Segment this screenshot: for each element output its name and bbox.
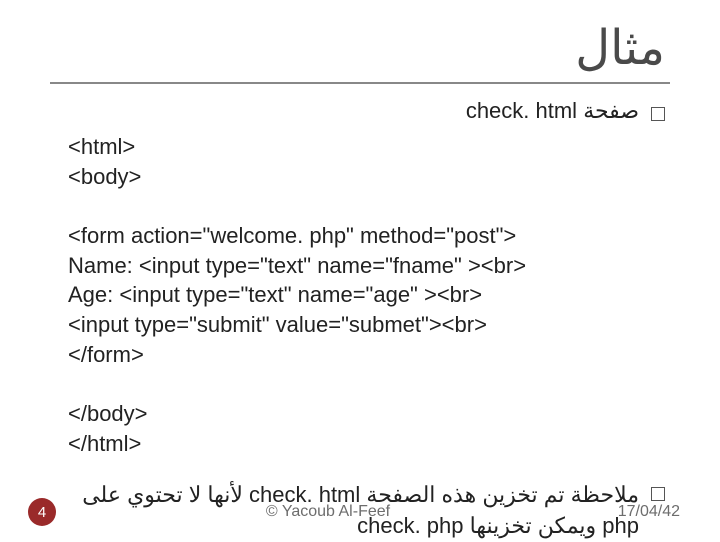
code-block: <html> <body> <form action="welcome. php… bbox=[40, 132, 680, 459]
title-divider bbox=[50, 82, 670, 84]
slide-title: مثال bbox=[40, 20, 680, 76]
bullet-text-1: صفحة check. html bbox=[466, 98, 639, 124]
page-number: 4 bbox=[38, 504, 46, 521]
slide: مثال صفحة check. html <html> <body> <for… bbox=[0, 0, 720, 540]
footer-date: 17/04/42 bbox=[600, 503, 680, 521]
bullet-line-1: صفحة check. html bbox=[40, 98, 680, 124]
footer-author: © Yacoub Al-Feef bbox=[56, 503, 600, 521]
page-number-badge: 4 bbox=[28, 498, 56, 526]
footer: 4 © Yacoub Al-Feef 17/04/42 bbox=[0, 498, 720, 526]
bullet-icon bbox=[651, 107, 665, 121]
